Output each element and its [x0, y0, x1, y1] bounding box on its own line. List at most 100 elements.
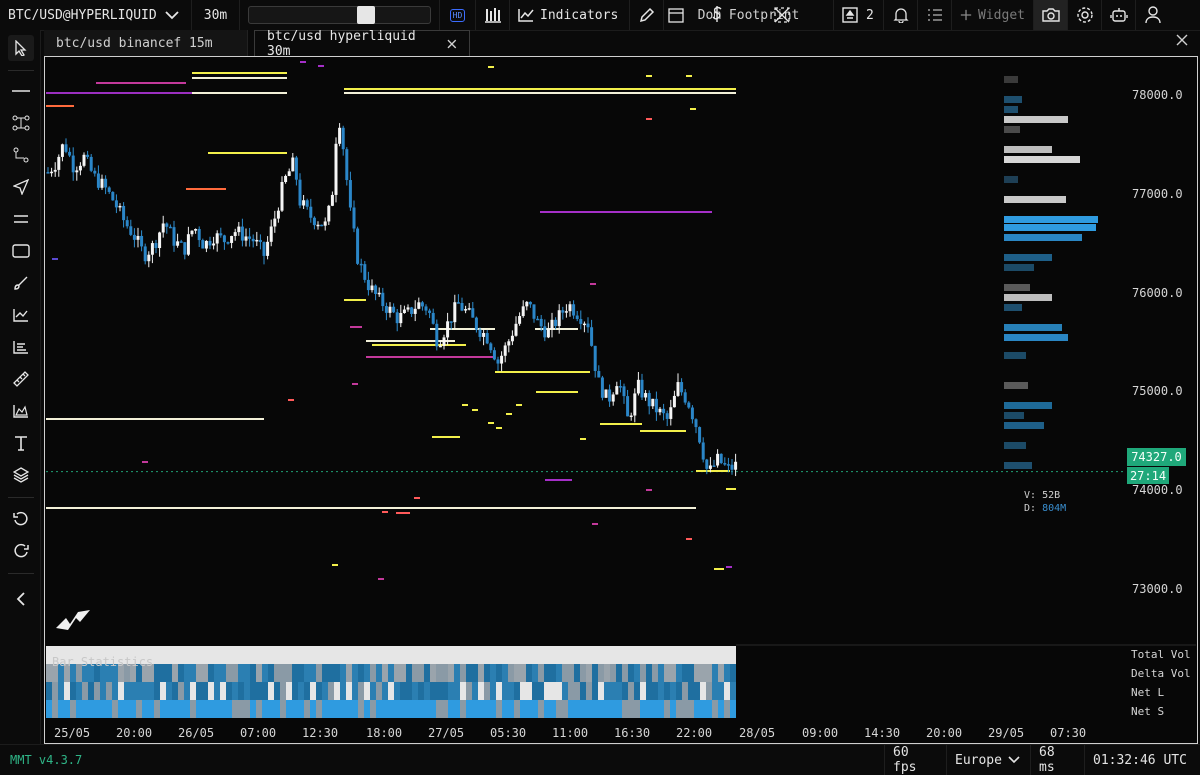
dollar-icon[interactable]	[710, 5, 724, 23]
utc-clock: 01:32:46 UTC	[1084, 745, 1200, 775]
brush-tool[interactable]	[8, 270, 34, 296]
rectangle-tool[interactable]	[8, 238, 34, 264]
parallel-lines-tool[interactable]	[8, 206, 34, 232]
time-tick: 07:30	[1050, 726, 1087, 740]
chart-tabs: btc/usd binancef 15m btc/usd hyperliquid…	[44, 28, 1200, 59]
latency-value: 68 ms	[1039, 745, 1055, 775]
path-icon	[13, 147, 29, 163]
bot-button[interactable]	[1102, 0, 1136, 30]
region-selector[interactable]: Europe	[946, 745, 1030, 775]
time-tick: 18:00	[366, 726, 403, 740]
bar-stat-row-label: Total Vol	[1131, 648, 1191, 661]
chevron-down-icon	[165, 11, 179, 20]
fps-indicator: 60 fps	[884, 745, 946, 775]
text-icon	[15, 436, 27, 451]
time-tick: 20:00	[926, 726, 963, 740]
layout-button[interactable]: 2	[834, 0, 884, 30]
chart-panel[interactable]	[44, 56, 1198, 744]
bar-statistics-title: Bar Statistics	[52, 655, 154, 669]
toolbar-divider	[8, 573, 34, 574]
plus-icon	[960, 9, 972, 21]
time-tick: 26/05	[178, 726, 215, 740]
arrow-tool[interactable]	[8, 174, 34, 200]
close-panel-icon[interactable]	[1176, 34, 1188, 46]
watchlist-button[interactable]	[918, 0, 952, 30]
settings-button[interactable]	[1068, 0, 1102, 30]
gear-icon	[1076, 7, 1093, 23]
toolbar-divider	[8, 497, 34, 498]
time-tick: 22:00	[676, 726, 713, 740]
time-tick: 05:30	[490, 726, 527, 740]
time-tick: 29/05	[988, 726, 1025, 740]
hd-toggle-button[interactable]: HD	[440, 0, 476, 30]
price-tick: 77000.0	[1132, 187, 1183, 201]
timeframe-selector[interactable]: 30m	[192, 0, 240, 30]
robot-icon	[1109, 8, 1128, 22]
redo-button[interactable]	[8, 538, 34, 564]
tab-label: btc/usd binancef 15m	[56, 35, 213, 51]
user-icon	[1145, 6, 1161, 24]
chevron-left-icon	[16, 592, 25, 606]
indicators-button[interactable]: Indicators	[510, 0, 630, 30]
timeframe-label: 30m	[203, 7, 228, 23]
widget-label: Widget	[978, 7, 1025, 23]
delta-value: 804M	[1042, 503, 1067, 514]
screenshot-button[interactable]	[1034, 0, 1068, 30]
slider-thumb[interactable]	[357, 6, 375, 24]
fork-tool[interactable]	[8, 110, 34, 136]
opacity-slider[interactable]	[248, 6, 431, 24]
drawing-toolbar	[0, 30, 41, 744]
brush-icon	[14, 276, 28, 290]
fork-icon	[12, 115, 30, 131]
redo-icon	[14, 543, 29, 558]
time-tick: 20:00	[116, 726, 153, 740]
clock-value: 01:32:46 UTC	[1093, 752, 1187, 768]
delta-summary: D: 804M	[1024, 503, 1066, 514]
time-tick: 09:00	[802, 726, 839, 740]
bell-icon	[892, 8, 909, 23]
ruler-tool[interactable]	[8, 366, 34, 392]
text-tool[interactable]	[8, 430, 34, 456]
layers-icon	[13, 467, 29, 483]
calendar-icon[interactable]	[668, 7, 684, 23]
area-tool[interactable]	[8, 398, 34, 424]
tab-label: btc/usd hyperliquid 30m	[267, 28, 416, 59]
close-icon[interactable]	[447, 39, 457, 49]
add-widget-button[interactable]: Widget	[952, 0, 1034, 30]
layers-tool[interactable]	[8, 462, 34, 488]
tab-hyperliquid[interactable]: btc/usd hyperliquid 30m	[254, 28, 470, 59]
text-align-tool[interactable]	[8, 334, 34, 360]
top-toolbar: BTC/USD@HYPERLIQUID 30m HD Indicators Do…	[0, 0, 1200, 31]
undo-button[interactable]	[8, 506, 34, 532]
trend-icon	[13, 309, 28, 322]
account-button[interactable]	[1136, 0, 1170, 30]
cursor-tool[interactable]	[8, 35, 34, 61]
draw-button[interactable]	[630, 0, 664, 30]
camera-icon	[1041, 8, 1060, 22]
time-tick: 16:30	[614, 726, 651, 740]
bar-stat-row-label: Delta Vol	[1131, 667, 1191, 680]
tab-binancef[interactable]: btc/usd binancef 15m	[44, 30, 248, 56]
candlestick-icon	[484, 8, 501, 23]
path-tool[interactable]	[8, 142, 34, 168]
line-chart-icon	[518, 9, 534, 22]
time-tick: 14:30	[864, 726, 901, 740]
price-tick: 74000.0	[1132, 483, 1183, 497]
list-icon	[927, 9, 942, 21]
latency-indicator: 68 ms	[1030, 745, 1084, 775]
chart-type-button[interactable]	[476, 0, 510, 30]
pencil-icon	[639, 7, 654, 23]
collapse-toolbar-button[interactable]	[8, 586, 34, 612]
price-tick: 73000.0	[1132, 582, 1183, 596]
area-chart-icon	[13, 405, 28, 418]
horizontal-line-tool[interactable]	[8, 78, 34, 104]
time-tick: 28/05	[739, 726, 776, 740]
ruler-icon	[13, 371, 29, 387]
indicators-label: Indicators	[540, 7, 619, 23]
crosshair-icon[interactable]	[774, 7, 790, 23]
trend-tool[interactable]	[8, 302, 34, 328]
app-version: MMT v4.3.7	[10, 753, 83, 767]
symbol-selector[interactable]: BTC/USD@HYPERLIQUID	[0, 0, 192, 30]
alerts-button[interactable]	[884, 0, 918, 30]
hd-icon: HD	[449, 8, 466, 22]
